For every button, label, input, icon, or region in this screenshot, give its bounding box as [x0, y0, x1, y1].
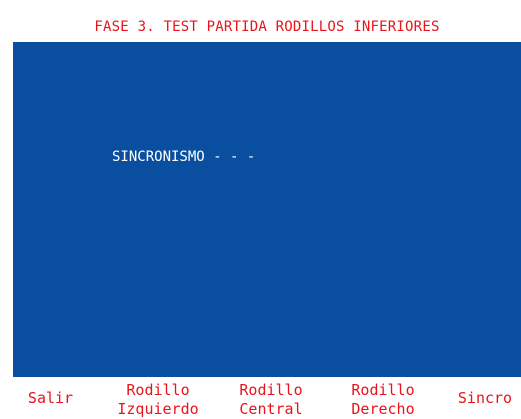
rodillo-central-label-line2: Central — [239, 400, 303, 418]
rodillo-izquierdo-label-line2: Izquierdo — [117, 400, 199, 418]
salir-button[interactable]: Salir — [13, 377, 88, 419]
rodillo-derecho-label-line2: Derecho — [351, 400, 415, 418]
screen-title: FASE 3. TEST PARTIDA RODILLOS INFERIORES — [13, 13, 521, 42]
test-screen: FASE 3. TEST PARTIDA RODILLOS INFERIORES… — [0, 0, 521, 419]
rodillo-derecho-label-line1: Rodillo — [351, 381, 415, 399]
sincronismo-status: SINCRONISMO - - - — [112, 149, 256, 165]
rodillo-central-button[interactable]: Rodillo Central — [221, 377, 321, 419]
rodillo-central-label-line1: Rodillo — [239, 381, 303, 399]
rodillo-izquierdo-label-line1: Rodillo — [126, 381, 190, 399]
rodillo-derecho-button[interactable]: Rodillo Derecho — [333, 377, 433, 419]
salir-button-label: Salir — [27, 389, 74, 407]
sincro-button[interactable]: Sincro — [449, 377, 521, 419]
rodillo-izquierdo-button[interactable]: Rodillo Izquierdo — [107, 377, 209, 419]
sincro-button-label: Sincro — [457, 389, 513, 407]
main-panel: SINCRONISMO - - - — [13, 42, 521, 377]
